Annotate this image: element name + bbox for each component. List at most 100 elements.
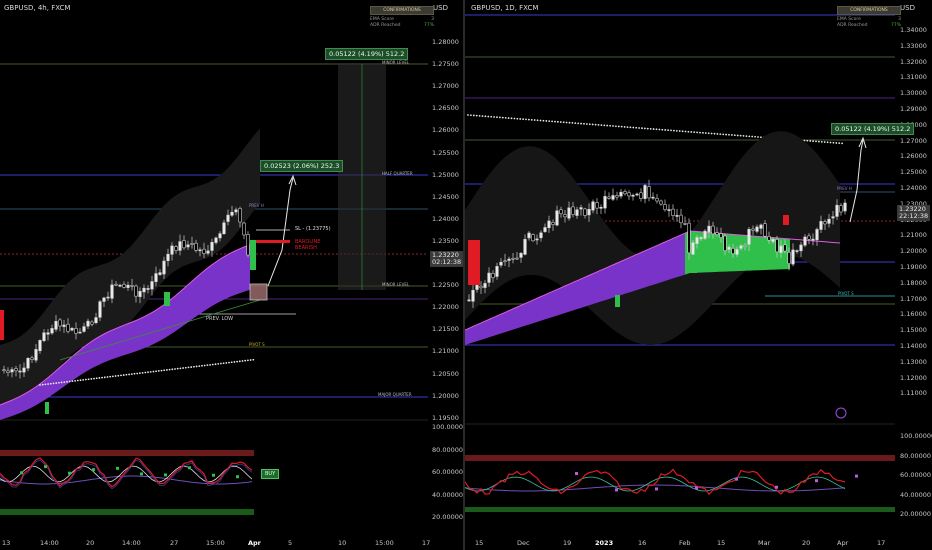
- right-ema-dot: [826, 141, 829, 144]
- left-osc-dot: [212, 473, 215, 477]
- right-ema-dot: [591, 123, 594, 126]
- right-time-tick: Dec: [517, 539, 530, 547]
- right-red-signal: [468, 240, 480, 285]
- left-symbol-title[interactable]: GBPUSD, 4h, FXCM: [4, 4, 70, 12]
- right-candle: [751, 228, 755, 231]
- left-measure-top: 0.05122 (4.19%) 512.2: [325, 48, 409, 60]
- right-candle: [823, 221, 827, 225]
- right-price-tick: 1.15000: [900, 326, 927, 335]
- left-ema-dot: [152, 370, 155, 373]
- right-candle: [515, 257, 519, 260]
- left-ema-dot: [220, 362, 222, 365]
- left-ema-dot: [112, 375, 114, 378]
- right-candle: [471, 290, 475, 302]
- right-candle: [755, 226, 759, 232]
- right-candle: [487, 272, 491, 283]
- left-time-tick: Apr: [248, 539, 261, 547]
- right-candle: [679, 214, 683, 224]
- left-ema-dot: [190, 366, 193, 368]
- right-ema-dot: [562, 121, 565, 124]
- left-ema-dot: [174, 368, 176, 370]
- left-ema-dot: [79, 379, 82, 382]
- left-ema-dot: [206, 364, 209, 367]
- left-chart-pane[interactable]: GBPUSD, 4h, FXCM USD CONFIRMATIONS EMA S…: [0, 0, 467, 550]
- right-osc-dot: [775, 485, 778, 489]
- right-candle: [523, 239, 527, 255]
- right-osc-dot: [815, 479, 818, 483]
- right-osc-tick: 40.00000: [900, 490, 932, 499]
- right-price-tick: 1.11000: [900, 389, 927, 398]
- right-ema-dot: [481, 115, 484, 117]
- left-ema-dot: [230, 361, 233, 364]
- left-price-tick: 1.27000: [432, 82, 459, 91]
- left-price-tick: 1.25500: [432, 148, 459, 157]
- right-osc-tick: 60.00000: [900, 471, 932, 479]
- left-ema-dot: [198, 365, 201, 368]
- right-candle: [663, 204, 667, 210]
- right-ema-dot: [472, 114, 475, 117]
- left-candle: [74, 328, 78, 334]
- left-ema-dot: [109, 375, 112, 378]
- right-candle: [591, 201, 595, 211]
- right-ema-dot: [655, 128, 658, 131]
- left-pivot-label: PIVOT S: [249, 342, 265, 347]
- left-buy-signal[interactable]: BUY: [261, 469, 280, 479]
- left-ema-dot: [214, 363, 217, 366]
- right-ema-dot: [568, 121, 571, 124]
- left-candle: [182, 240, 186, 249]
- right-ema-dot: [493, 116, 495, 118]
- right-ema-dot: [620, 125, 623, 128]
- left-time-tick: 27: [170, 539, 179, 547]
- right-candle: [623, 191, 627, 195]
- right-candle: [511, 257, 515, 260]
- right-candle: [619, 191, 623, 197]
- left-ema-dot: [141, 371, 144, 374]
- right-candle: [567, 207, 571, 219]
- left-price-chart[interactable]: [0, 0, 463, 550]
- right-candle: [499, 261, 503, 266]
- right-ema-dot: [736, 134, 739, 137]
- right-ema-dot: [536, 119, 539, 122]
- left-candle: [150, 281, 154, 290]
- right-ema-dot: [818, 140, 820, 143]
- left-price-tick: 1.24000: [432, 214, 459, 223]
- right-ema-dot: [742, 135, 745, 137]
- right-price-chart[interactable]: [465, 0, 932, 550]
- right-candle: [803, 236, 807, 246]
- right-symbol-title[interactable]: GBPUSD, 1D, FXCM: [471, 4, 538, 12]
- right-ema-dot: [475, 114, 478, 117]
- left-green-signal: [45, 402, 49, 414]
- right-candle: [775, 239, 779, 253]
- left-price-tick: 1.21000: [432, 347, 459, 356]
- right-ema-dot: [519, 118, 522, 120]
- right-candle: [763, 223, 767, 237]
- left-ema-dot: [103, 376, 106, 379]
- left-time-tick: 15:00: [206, 539, 225, 547]
- right-candle: [759, 224, 763, 229]
- right-ema-dot: [484, 115, 487, 118]
- right-ema-dot: [565, 121, 568, 124]
- right-candle: [575, 209, 579, 216]
- right-candle: [531, 234, 535, 242]
- right-candle: [783, 244, 787, 252]
- right-price-tick: 1.16000: [900, 310, 927, 319]
- left-candle: [202, 248, 206, 254]
- right-ema-dot: [713, 132, 716, 135]
- left-candle: [114, 283, 118, 286]
- right-ema-dot: [603, 124, 606, 127]
- right-osc-dot: [655, 487, 658, 491]
- right-ema-dot: [629, 126, 632, 129]
- right-candle: [731, 248, 735, 254]
- left-candle: [38, 340, 42, 352]
- right-ema-dot: [551, 120, 553, 123]
- right-pivot-label: PIVOT S: [838, 291, 854, 296]
- left-osc-dot: [140, 472, 143, 476]
- left-time-tick: 14:00: [122, 539, 141, 547]
- right-measure-top: 0.05122 (4.19%) 512.2: [831, 123, 915, 135]
- right-candle: [807, 235, 811, 240]
- right-ema-dot: [693, 131, 696, 134]
- left-price-tick: 1.25000: [432, 170, 459, 179]
- right-osc-oversold-band: [465, 507, 895, 512]
- right-chart-pane[interactable]: GBPUSD, 1D, FXCM USD CONFIRMATIONS EMA S…: [465, 0, 932, 550]
- right-price-tick: 1.14000: [900, 342, 927, 350]
